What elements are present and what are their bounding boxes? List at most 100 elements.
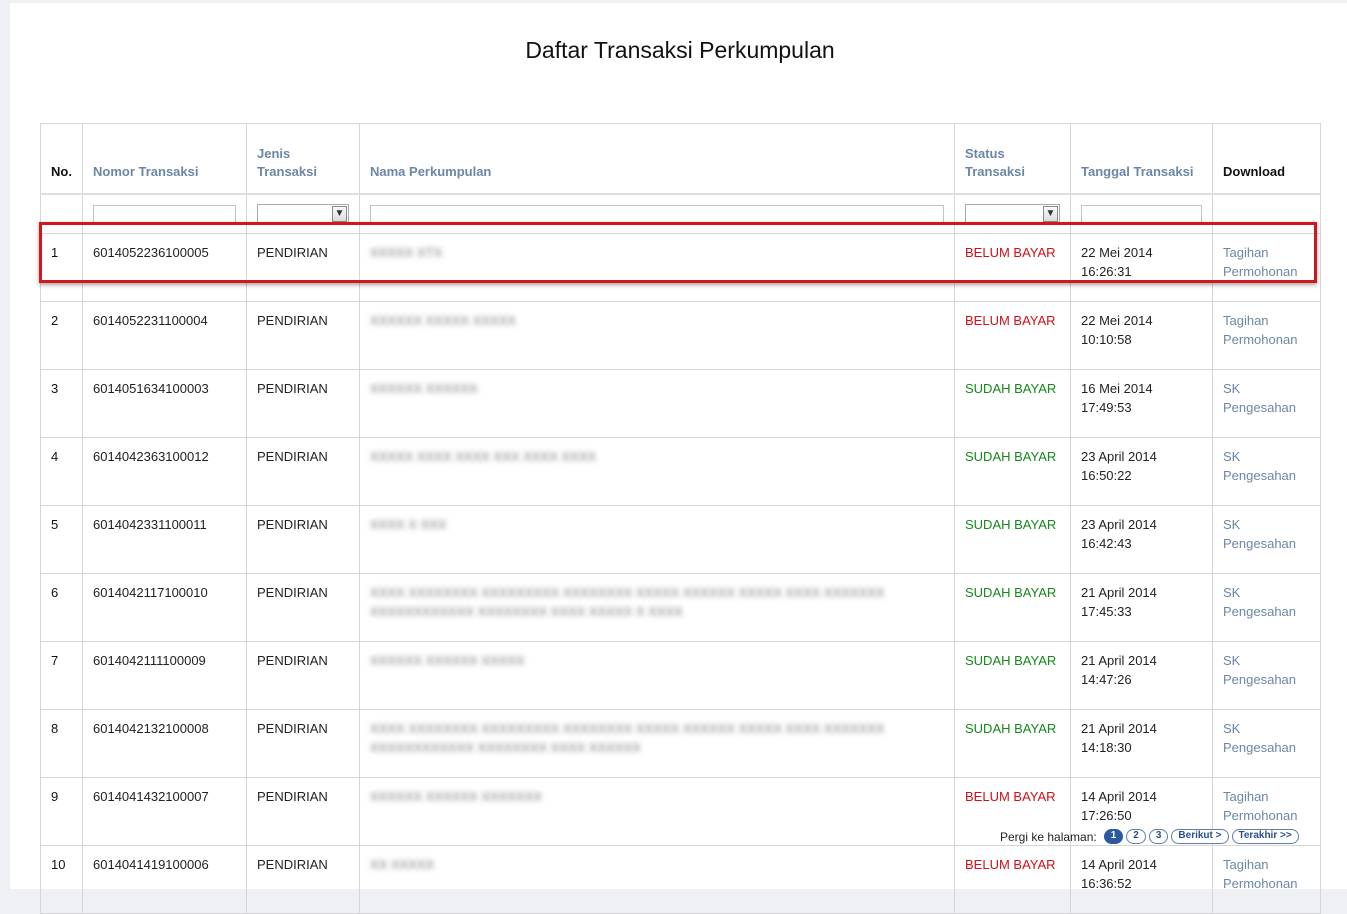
download-link[interactable]: Tagihan Permohonan xyxy=(1223,789,1297,823)
cell-nama-perkumpulan-text: XX XXXXX xyxy=(370,857,435,872)
cell-download: Tagihan Permohonan xyxy=(1212,845,1321,914)
table-row: 5 6014042331100011 PENDIRIAN XXXX X XXX SUDA… xyxy=(40,505,1321,574)
page-button-1[interactable]: 1 xyxy=(1103,829,1124,844)
cell-nama-perkumpulan-text: XXXX XXXXXXXX XXXXXXXXX XXXXXXXX XXXXX X… xyxy=(370,585,885,619)
table-row: 7 6014042111100009 PENDIRIAN XXXXXX XXXXXX … xyxy=(40,641,1321,710)
cell-jenis-transaksi: PENDIRIAN xyxy=(246,777,360,846)
cell-no: 10 xyxy=(40,845,83,914)
cell-status-transaksi: BELUM BAYAR xyxy=(954,301,1071,370)
cell-tanggal-transaksi: 21 April 2014 14:18:30 xyxy=(1070,709,1213,778)
cell-jenis-transaksi-text: PENDIRIAN xyxy=(257,245,328,260)
download-link[interactable]: Tagihan Permohonan xyxy=(1223,245,1297,279)
download-link-line1[interactable]: SK xyxy=(1223,517,1240,532)
filter-status-cell: ▼ xyxy=(954,193,1071,234)
download-link-line1[interactable]: Tagihan xyxy=(1223,857,1269,872)
download-link-line1[interactable]: SK xyxy=(1223,585,1240,600)
last-page-button[interactable]: Terakhir >> xyxy=(1231,829,1299,844)
download-link-line1[interactable]: Tagihan xyxy=(1223,789,1269,804)
col-header-nomor-transaksi[interactable]: Nomor Transaksi xyxy=(82,123,247,195)
download-link-line2[interactable]: Pengesahan xyxy=(1223,604,1296,619)
col-header-tanggal-transaksi[interactable]: Tanggal Transaksi xyxy=(1070,123,1213,195)
download-link-line1[interactable]: SK xyxy=(1223,721,1240,736)
col-header-status-transaksi[interactable]: Status Transaksi xyxy=(954,123,1071,195)
cell-tanggal-transaksi: 14 April 2014 16:36:52 xyxy=(1070,845,1213,914)
download-link[interactable]: Tagihan Permohonan xyxy=(1223,313,1297,347)
cell-nomor-transaksi-text: 6014042111100009 xyxy=(93,653,206,668)
pagination-label: Pergi ke halaman: xyxy=(1000,829,1097,844)
cell-download: SK Pengesahan xyxy=(1212,437,1321,506)
download-link-line2[interactable]: Pengesahan xyxy=(1223,740,1296,755)
cell-jenis-transaksi: PENDIRIAN xyxy=(246,233,360,302)
col-header-jenis-transaksi[interactable]: Jenis Transaksi xyxy=(246,123,360,195)
filter-tanggal-input[interactable] xyxy=(1081,205,1202,223)
next-page-button[interactable]: Berikut > xyxy=(1171,829,1229,844)
download-link-line2[interactable]: Pengesahan xyxy=(1223,672,1296,687)
cell-status-transaksi-text: SUDAH BAYAR xyxy=(965,585,1057,600)
date-text: 14 April 2014 xyxy=(1081,789,1157,804)
download-link[interactable]: SK Pengesahan xyxy=(1223,721,1296,755)
page-button-2[interactable]: 2 xyxy=(1126,829,1146,844)
table-row: 6 6014042117100010 PENDIRIAN XXXX XXXXXXXX … xyxy=(40,573,1321,642)
download-link-line2[interactable]: Permohonan xyxy=(1223,264,1297,279)
download-link[interactable]: SK Pengesahan xyxy=(1223,381,1296,415)
date-text: 23 April 2014 xyxy=(1081,449,1157,464)
cell-status-transaksi-text: SUDAH BAYAR xyxy=(965,381,1057,396)
filter-row: ▼ ▼ xyxy=(40,193,1321,234)
cell-nomor-transaksi: 6014042363100012 xyxy=(82,437,247,506)
time-text: 16:42:43 xyxy=(1081,535,1132,551)
download-link-line2[interactable]: Permohonan xyxy=(1223,876,1297,891)
filter-status-select[interactable]: ▼ xyxy=(965,204,1060,224)
download-link-line2[interactable]: Pengesahan xyxy=(1223,468,1296,483)
download-link-line1[interactable]: SK xyxy=(1223,381,1240,396)
download-link[interactable]: Tagihan Permohonan xyxy=(1223,857,1297,891)
cell-tanggal-transaksi: 22 Mei 2014 16:26:31 xyxy=(1070,233,1213,302)
download-link-line1[interactable]: Tagihan xyxy=(1223,245,1269,260)
download-link[interactable]: SK Pengesahan xyxy=(1223,585,1296,619)
download-link[interactable]: SK Pengesahan xyxy=(1223,653,1296,687)
download-link[interactable]: SK Pengesahan xyxy=(1223,517,1296,551)
download-link-line1[interactable]: SK xyxy=(1223,653,1240,668)
download-link-line2[interactable]: Pengesahan xyxy=(1223,536,1296,551)
cell-nomor-transaksi-text: 6014042331100011 xyxy=(93,517,207,532)
cell-nama-perkumpulan: XXXXXX XXXXXX xyxy=(359,369,955,438)
filter-jenis-select[interactable]: ▼ xyxy=(257,204,349,224)
col-header-nama-perkumpulan[interactable]: Nama Perkumpulan xyxy=(359,123,955,195)
cell-no-text: 3 xyxy=(51,381,59,396)
filter-nomor-input[interactable] xyxy=(93,205,236,223)
chevron-down-icon[interactable]: ▼ xyxy=(1043,206,1058,222)
time-text: 14:18:30 xyxy=(1081,739,1132,755)
chevron-down-icon[interactable]: ▼ xyxy=(332,206,347,222)
cell-jenis-transaksi: PENDIRIAN xyxy=(246,437,360,506)
cell-status-transaksi-text: BELUM BAYAR xyxy=(965,789,1056,804)
date-text: 22 Mei 2014 xyxy=(1081,313,1153,328)
cell-nama-perkumpulan-text: XXXXXX XXXXXX XXXXX xyxy=(370,653,525,668)
download-link-line2[interactable]: Pengesahan xyxy=(1223,400,1296,415)
time-text: 16:50:22 xyxy=(1081,467,1132,483)
cell-nama-perkumpulan-text: XXXXXX XXXXXX XXXXXXX xyxy=(370,789,542,804)
download-link-line2[interactable]: Permohonan xyxy=(1223,332,1297,347)
table-row: 10 6014041419100006 PENDIRIAN XX XXXXX BELUM… xyxy=(40,845,1321,914)
cell-nama-perkumpulan-text: XXXXX XTX xyxy=(370,245,443,260)
cell-status-transaksi-text: SUDAH BAYAR xyxy=(965,653,1057,668)
cell-nomor-transaksi-text: 6014042117100010 xyxy=(93,585,208,600)
cell-nomor-transaksi-text: 6014051634100003 xyxy=(93,381,209,396)
filter-no-cell xyxy=(40,193,83,234)
header-row: No. Nomor Transaksi Jenis Transaksi Nama … xyxy=(40,123,1321,195)
cell-no: 6 xyxy=(40,573,83,642)
cell-no: 3 xyxy=(40,369,83,438)
cell-no-text: 4 xyxy=(51,449,59,464)
page-button-3[interactable]: 3 xyxy=(1148,829,1169,844)
cell-jenis-transaksi-text: PENDIRIAN xyxy=(257,653,328,668)
filter-nama-input[interactable] xyxy=(370,205,944,223)
cell-nomor-transaksi: 6014051634100003 xyxy=(82,369,247,438)
download-link-line2[interactable]: Permohonan xyxy=(1223,808,1297,823)
cell-status-transaksi-text: BELUM BAYAR xyxy=(965,313,1056,328)
cell-tanggal-transaksi: 22 Mei 2014 10:10:58 xyxy=(1070,301,1213,370)
download-link[interactable]: SK Pengesahan xyxy=(1223,449,1296,483)
cell-status-transaksi: SUDAH BAYAR xyxy=(954,573,1071,642)
cell-nama-perkumpulan: XXXXXX XXXXX XXXXX xyxy=(359,301,955,370)
download-link-line1[interactable]: Tagihan xyxy=(1223,313,1269,328)
cell-nama-perkumpulan: XXXX XXXXXXXX XXXXXXXXX XXXXXXXX XXXXX X… xyxy=(359,573,955,642)
download-link-line1[interactable]: SK xyxy=(1223,449,1240,464)
cell-tanggal-transaksi: 21 April 2014 17:45:33 xyxy=(1070,573,1213,642)
